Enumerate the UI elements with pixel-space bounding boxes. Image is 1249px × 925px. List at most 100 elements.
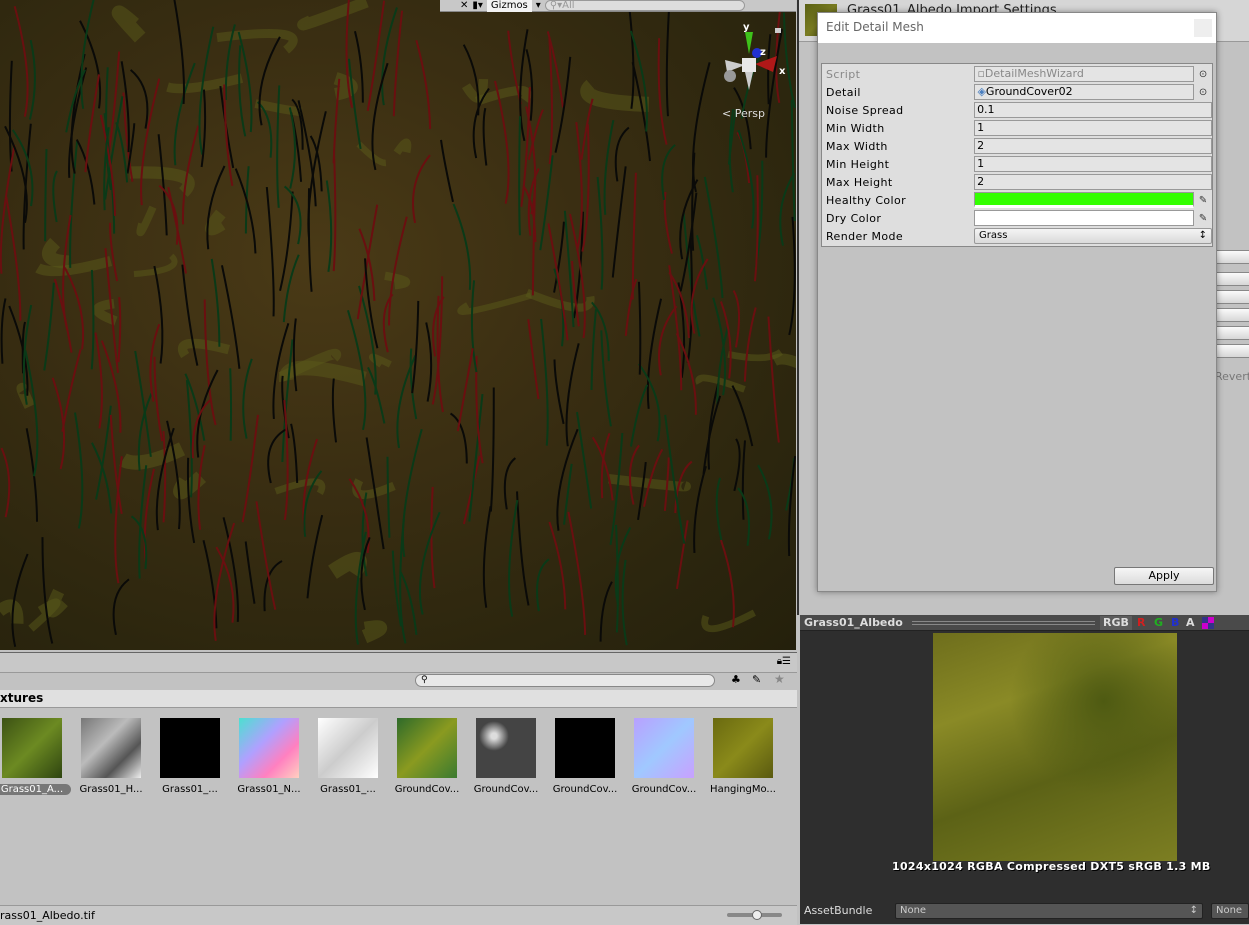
mesh-icon: ◈ xyxy=(977,85,986,98)
field-healthy-color: Healthy Color ✎ xyxy=(822,191,1212,209)
gizmo-y-axis[interactable] xyxy=(745,32,753,54)
project-search-input[interactable]: ⚲ xyxy=(415,674,715,687)
lock-menu-icon[interactable]: 🔒︎☰ xyxy=(777,656,791,667)
asset-name: GroundCov... xyxy=(552,784,618,795)
gizmos-dropdown[interactable]: Gizmos xyxy=(486,0,532,12)
dropdown-arrows-icon: ↕ xyxy=(1198,230,1207,241)
asset-name: Grass01_N... xyxy=(237,784,301,795)
filter-type-icon[interactable]: ♣ xyxy=(731,673,741,686)
asset-name: GroundCov... xyxy=(631,784,697,795)
healthy-color-swatch[interactable] xyxy=(974,192,1195,208)
asset-item[interactable]: Grass01_H... xyxy=(72,718,150,795)
asset-thumbnail xyxy=(476,718,536,778)
mip-checker-icon[interactable] xyxy=(1202,617,1214,629)
assetbundle-label: AssetBundle xyxy=(804,904,873,917)
asset-name: GroundCov... xyxy=(473,784,539,795)
field-script: Script ▫DetailMeshWizard ⊙ xyxy=(822,65,1212,83)
object-picker-icon: ⊙ xyxy=(1198,68,1208,80)
assetbundle-dropdown[interactable]: None ↕ xyxy=(895,903,1203,919)
render-mode-dropdown[interactable]: Grass ↕ xyxy=(974,228,1212,244)
eyedropper-icon[interactable]: ✎ xyxy=(1194,195,1212,206)
max-height-input[interactable]: 2 xyxy=(974,174,1212,190)
channel-r-toggle[interactable]: R xyxy=(1137,616,1145,630)
field-min-width: Min Width 1 xyxy=(822,119,1212,137)
asset-item[interactable]: GroundCov... xyxy=(467,718,545,795)
preview-header: Grass01_Albedo RGB R G B A xyxy=(800,615,1249,631)
min-height-input[interactable]: 1 xyxy=(974,156,1212,172)
asset-thumbnail xyxy=(713,718,773,778)
dry-color-swatch[interactable] xyxy=(974,210,1195,226)
channel-rgb-toggle[interactable]: RGB xyxy=(1100,616,1132,630)
asset-item[interactable]: Grass01_... xyxy=(151,718,229,795)
gizmo-x-label: x xyxy=(779,66,786,77)
asset-item[interactable]: GroundCov... xyxy=(546,718,624,795)
field-max-width: Max Width 2 xyxy=(822,137,1212,155)
projection-label: Persp xyxy=(734,107,765,120)
asset-name: HangingMo... xyxy=(710,784,776,795)
asset-item[interactable]: GroundCov... xyxy=(388,718,466,795)
asset-name: Grass01_H... xyxy=(79,784,143,795)
asset-thumbnail xyxy=(555,718,615,778)
object-picker-icon[interactable]: ⊙ xyxy=(1194,87,1212,98)
project-browser: 🔒︎☰ ⚲ ♣ ✎ ★ xtures Grass01_A... Grass01_H… xyxy=(0,652,797,925)
dialog-titlebar[interactable]: Edit Detail Mesh xyxy=(818,13,1216,43)
scene-orientation-gizmo[interactable]: y z x xyxy=(715,20,795,100)
field-label: Min Width xyxy=(826,121,885,135)
asset-thumbnail xyxy=(81,718,141,778)
asset-item[interactable]: HangingMo... xyxy=(704,718,782,795)
favorite-star-icon[interactable]: ★ xyxy=(774,672,785,686)
field-label: Detail xyxy=(826,85,861,99)
channel-a-toggle[interactable]: A xyxy=(1186,616,1195,630)
scene-grass-render xyxy=(0,0,796,647)
projection-toggle[interactable]: < Persp xyxy=(722,107,765,120)
scene-view[interactable] xyxy=(0,0,796,650)
close-button[interactable] xyxy=(1194,19,1212,37)
asset-name: Grass01_A... xyxy=(0,784,71,795)
preview-title: Grass01_Albedo xyxy=(804,616,903,629)
revert-button[interactable]: Revert xyxy=(1215,370,1249,383)
asset-thumbnail xyxy=(634,718,694,778)
channel-b-toggle[interactable]: B xyxy=(1171,616,1179,630)
min-width-input[interactable]: 1 xyxy=(974,120,1212,136)
gizmos-arrow-icon[interactable]: ▾ xyxy=(536,0,541,11)
filter-label-icon[interactable]: ✎ xyxy=(752,673,761,686)
asset-thumbnail xyxy=(397,718,457,778)
asset-item[interactable]: Grass01_A... xyxy=(0,718,71,795)
script-object-field: ▫DetailMeshWizard xyxy=(974,66,1195,82)
noise-spread-input[interactable]: 0.1 xyxy=(974,102,1212,118)
gizmo-y-label: y xyxy=(743,22,750,33)
asset-item[interactable]: Grass01_... xyxy=(309,718,387,795)
field-label: Noise Spread xyxy=(826,103,904,117)
gizmo-z-label: z xyxy=(760,47,766,58)
field-label: Healthy Color xyxy=(826,193,907,207)
wizard-fields: Script ▫DetailMeshWizard ⊙ Detail ◈Groun… xyxy=(821,63,1213,247)
field-label: Min Height xyxy=(826,157,890,171)
assetbundle-variant-dropdown[interactable]: None xyxy=(1211,903,1249,919)
asset-name: Grass01_... xyxy=(320,784,376,795)
field-dry-color: Dry Color ✎ xyxy=(822,209,1212,227)
field-noise-spread: Noise Spread 0.1 xyxy=(822,101,1212,119)
search-icon: ⚲ xyxy=(421,675,428,685)
edit-detail-mesh-dialog: Edit Detail Mesh Script ▫DetailMeshWizar… xyxy=(817,12,1217,592)
asset-item[interactable]: Grass01_N... xyxy=(230,718,308,795)
field-label: Dry Color xyxy=(826,211,882,225)
max-width-input[interactable]: 2 xyxy=(974,138,1212,154)
eyedropper-icon[interactable]: ✎ xyxy=(1194,213,1212,224)
slider-handle[interactable] xyxy=(752,910,762,920)
field-max-height: Max Height 2 xyxy=(822,173,1212,191)
camera-icon[interactable]: ▮▾ xyxy=(472,0,483,11)
channel-g-toggle[interactable]: G xyxy=(1154,616,1163,630)
scene-search-input[interactable]: ⚲▾All xyxy=(544,0,745,11)
breadcrumb[interactable]: xtures xyxy=(0,690,797,708)
tools-icon[interactable]: ✕ xyxy=(460,0,468,11)
gizmo-x-axis[interactable] xyxy=(755,56,777,72)
asset-item[interactable]: GroundCov... xyxy=(625,718,703,795)
gizmo-lock-icon[interactable] xyxy=(775,28,781,33)
field-render-mode: Render Mode Grass ↕ xyxy=(822,227,1212,245)
detail-object-field[interactable]: ◈GroundCover02 xyxy=(974,84,1195,100)
apply-button[interactable]: Apply xyxy=(1114,567,1214,585)
asset-thumbnail xyxy=(239,718,299,778)
field-label: Script xyxy=(826,67,861,81)
asset-name: Grass01_... xyxy=(162,784,218,795)
asset-thumbnail xyxy=(2,718,62,778)
